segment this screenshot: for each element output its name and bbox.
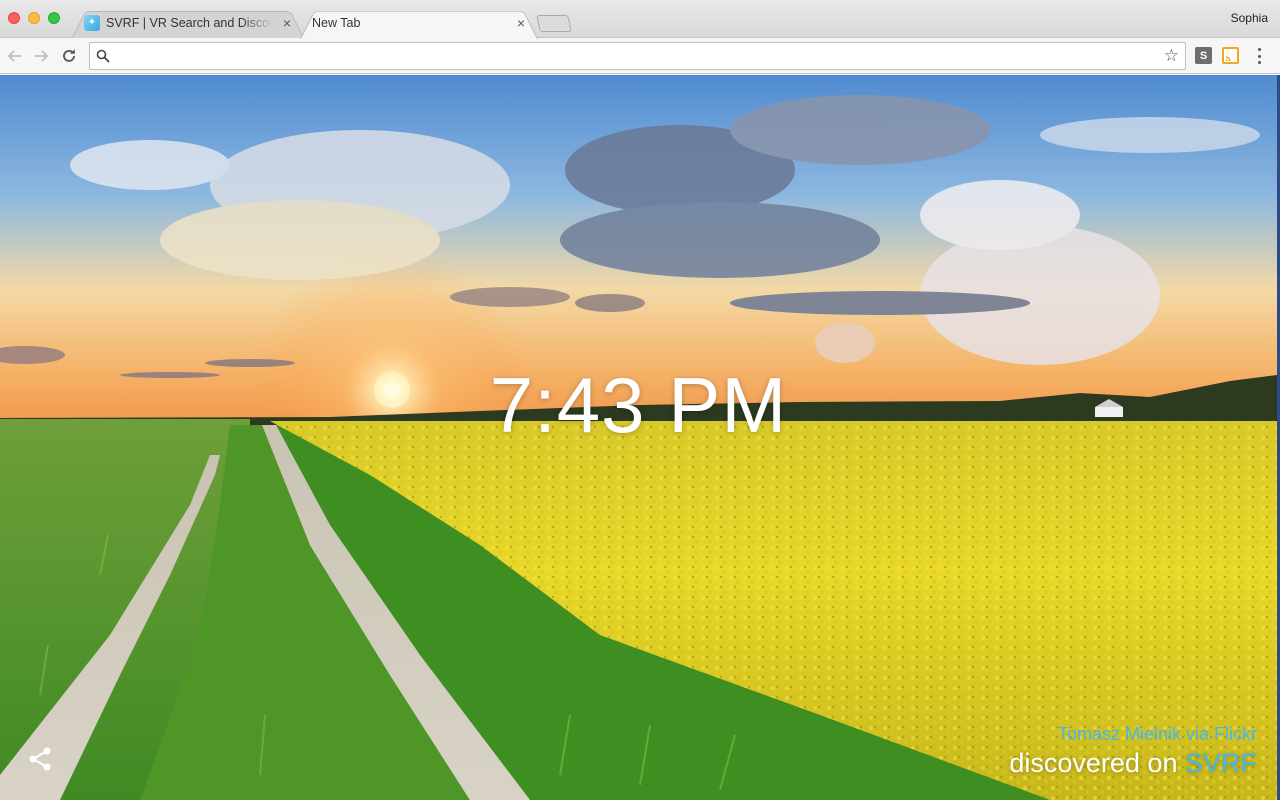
- tab-close-icon[interactable]: ×: [280, 16, 294, 30]
- new-tab-page: 7:43 PM Tomasz Mielnik via Flickr discov…: [0, 75, 1277, 800]
- svrf-favicon-icon: ✦: [84, 14, 100, 31]
- browser-titlebar: ✦ SVRF | VR Search and Discove × New Tab…: [0, 0, 1280, 39]
- address-input[interactable]: [116, 46, 1156, 66]
- browser-toolbar: ☆ S: [0, 38, 1280, 74]
- discovered-on-svrf[interactable]: discovered on SVRF: [1009, 748, 1257, 779]
- discovered-prefix: discovered on: [1009, 748, 1178, 778]
- tab-title: SVRF | VR Search and Discove: [106, 15, 274, 30]
- share-icon: [29, 747, 51, 771]
- s-extension-icon[interactable]: S: [1195, 47, 1212, 64]
- svrf-brand-link[interactable]: SVRF: [1185, 748, 1257, 778]
- chrome-menu-button[interactable]: [1253, 46, 1265, 66]
- tab-close-icon[interactable]: ×: [514, 16, 528, 30]
- clock-display: 7:43 PM: [489, 361, 788, 449]
- cast-icon[interactable]: [1222, 47, 1239, 64]
- window-minimize-button[interactable]: [28, 12, 40, 24]
- tab-svrf[interactable]: ✦ SVRF | VR Search and Discove ×: [72, 7, 304, 39]
- forward-button[interactable]: [30, 45, 52, 67]
- reload-button[interactable]: [58, 45, 80, 67]
- tab-title: New Tab: [312, 16, 361, 30]
- tab-new-tab[interactable]: New Tab ×: [300, 7, 538, 39]
- new-tab-button[interactable]: [536, 15, 572, 32]
- cast-glyph-icon: [1225, 55, 1231, 61]
- profile-name[interactable]: Sophia: [1231, 11, 1268, 25]
- search-icon: [96, 49, 110, 63]
- arrow-left-icon: [7, 50, 21, 62]
- photo-credit-block: Tomasz Mielnik via Flickr discovered on …: [1009, 724, 1257, 779]
- arrow-right-icon: [35, 50, 49, 62]
- share-button[interactable]: [26, 745, 54, 773]
- window-close-button[interactable]: [8, 12, 20, 24]
- bookmark-star-icon[interactable]: ☆: [1164, 46, 1179, 66]
- window-maximize-button[interactable]: [48, 12, 60, 24]
- photo-credit-link[interactable]: Tomasz Mielnik via Flickr: [1009, 724, 1257, 745]
- back-button[interactable]: [4, 45, 26, 67]
- reload-icon: [63, 49, 75, 62]
- address-bar[interactable]: ☆: [89, 42, 1186, 70]
